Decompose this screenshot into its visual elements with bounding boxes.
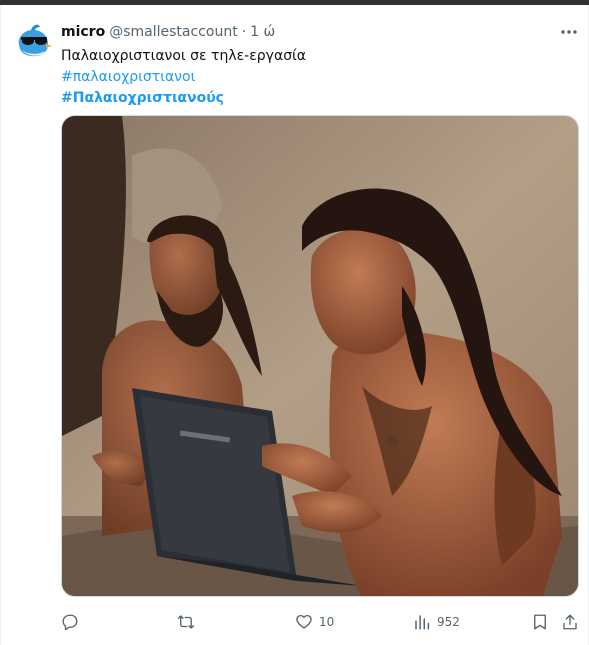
cavemen-using-laptop-photo bbox=[62, 116, 578, 596]
tweet-body: Παλαιοχριστιανοι σε τηλε-εργασία bbox=[61, 48, 307, 64]
tweet-actions: 10 952 bbox=[61, 611, 581, 633]
hashtag-link-2[interactable]: #Παλαιοχριστιανούς bbox=[61, 88, 306, 109]
views-count: 952 bbox=[437, 615, 460, 629]
tweet-text: Παλαιοχριστιανοι σε τηλε-εργασία #παλαιο… bbox=[61, 46, 306, 109]
share-button[interactable] bbox=[561, 611, 579, 633]
share-icon bbox=[563, 614, 577, 630]
heart-icon bbox=[296, 614, 312, 629]
author-name[interactable]: micro bbox=[61, 24, 105, 40]
tweet-header: micro @smallestaccount · 1 ώ bbox=[61, 22, 275, 42]
views-chart-icon bbox=[415, 615, 430, 630]
separator-dot: · bbox=[241, 24, 247, 40]
like-button[interactable]: 10 bbox=[295, 611, 334, 633]
bird-with-sunglasses-icon bbox=[13, 21, 53, 61]
tweet-time[interactable]: 1 ώ bbox=[250, 24, 275, 40]
bookmark-button[interactable] bbox=[531, 611, 549, 633]
tweet-media[interactable] bbox=[61, 115, 579, 597]
hashtag-link-1[interactable]: #παλαιοχριστιανοι bbox=[61, 67, 306, 88]
reply-button[interactable] bbox=[61, 611, 85, 633]
avatar[interactable] bbox=[13, 21, 53, 61]
retweet-icon bbox=[177, 615, 195, 629]
author-handle[interactable]: @smallestaccount bbox=[109, 24, 237, 40]
tweet[interactable]: micro @smallestaccount · 1 ώ Παλαιοχριστ… bbox=[0, 5, 589, 645]
like-count: 10 bbox=[319, 615, 335, 629]
bookmark-icon bbox=[534, 614, 546, 630]
ellipsis-icon bbox=[561, 30, 577, 34]
views-button[interactable]: 952 bbox=[413, 611, 460, 633]
retweet-button[interactable] bbox=[177, 611, 201, 633]
more-options-button[interactable] bbox=[557, 23, 581, 41]
reply-icon bbox=[62, 614, 78, 631]
